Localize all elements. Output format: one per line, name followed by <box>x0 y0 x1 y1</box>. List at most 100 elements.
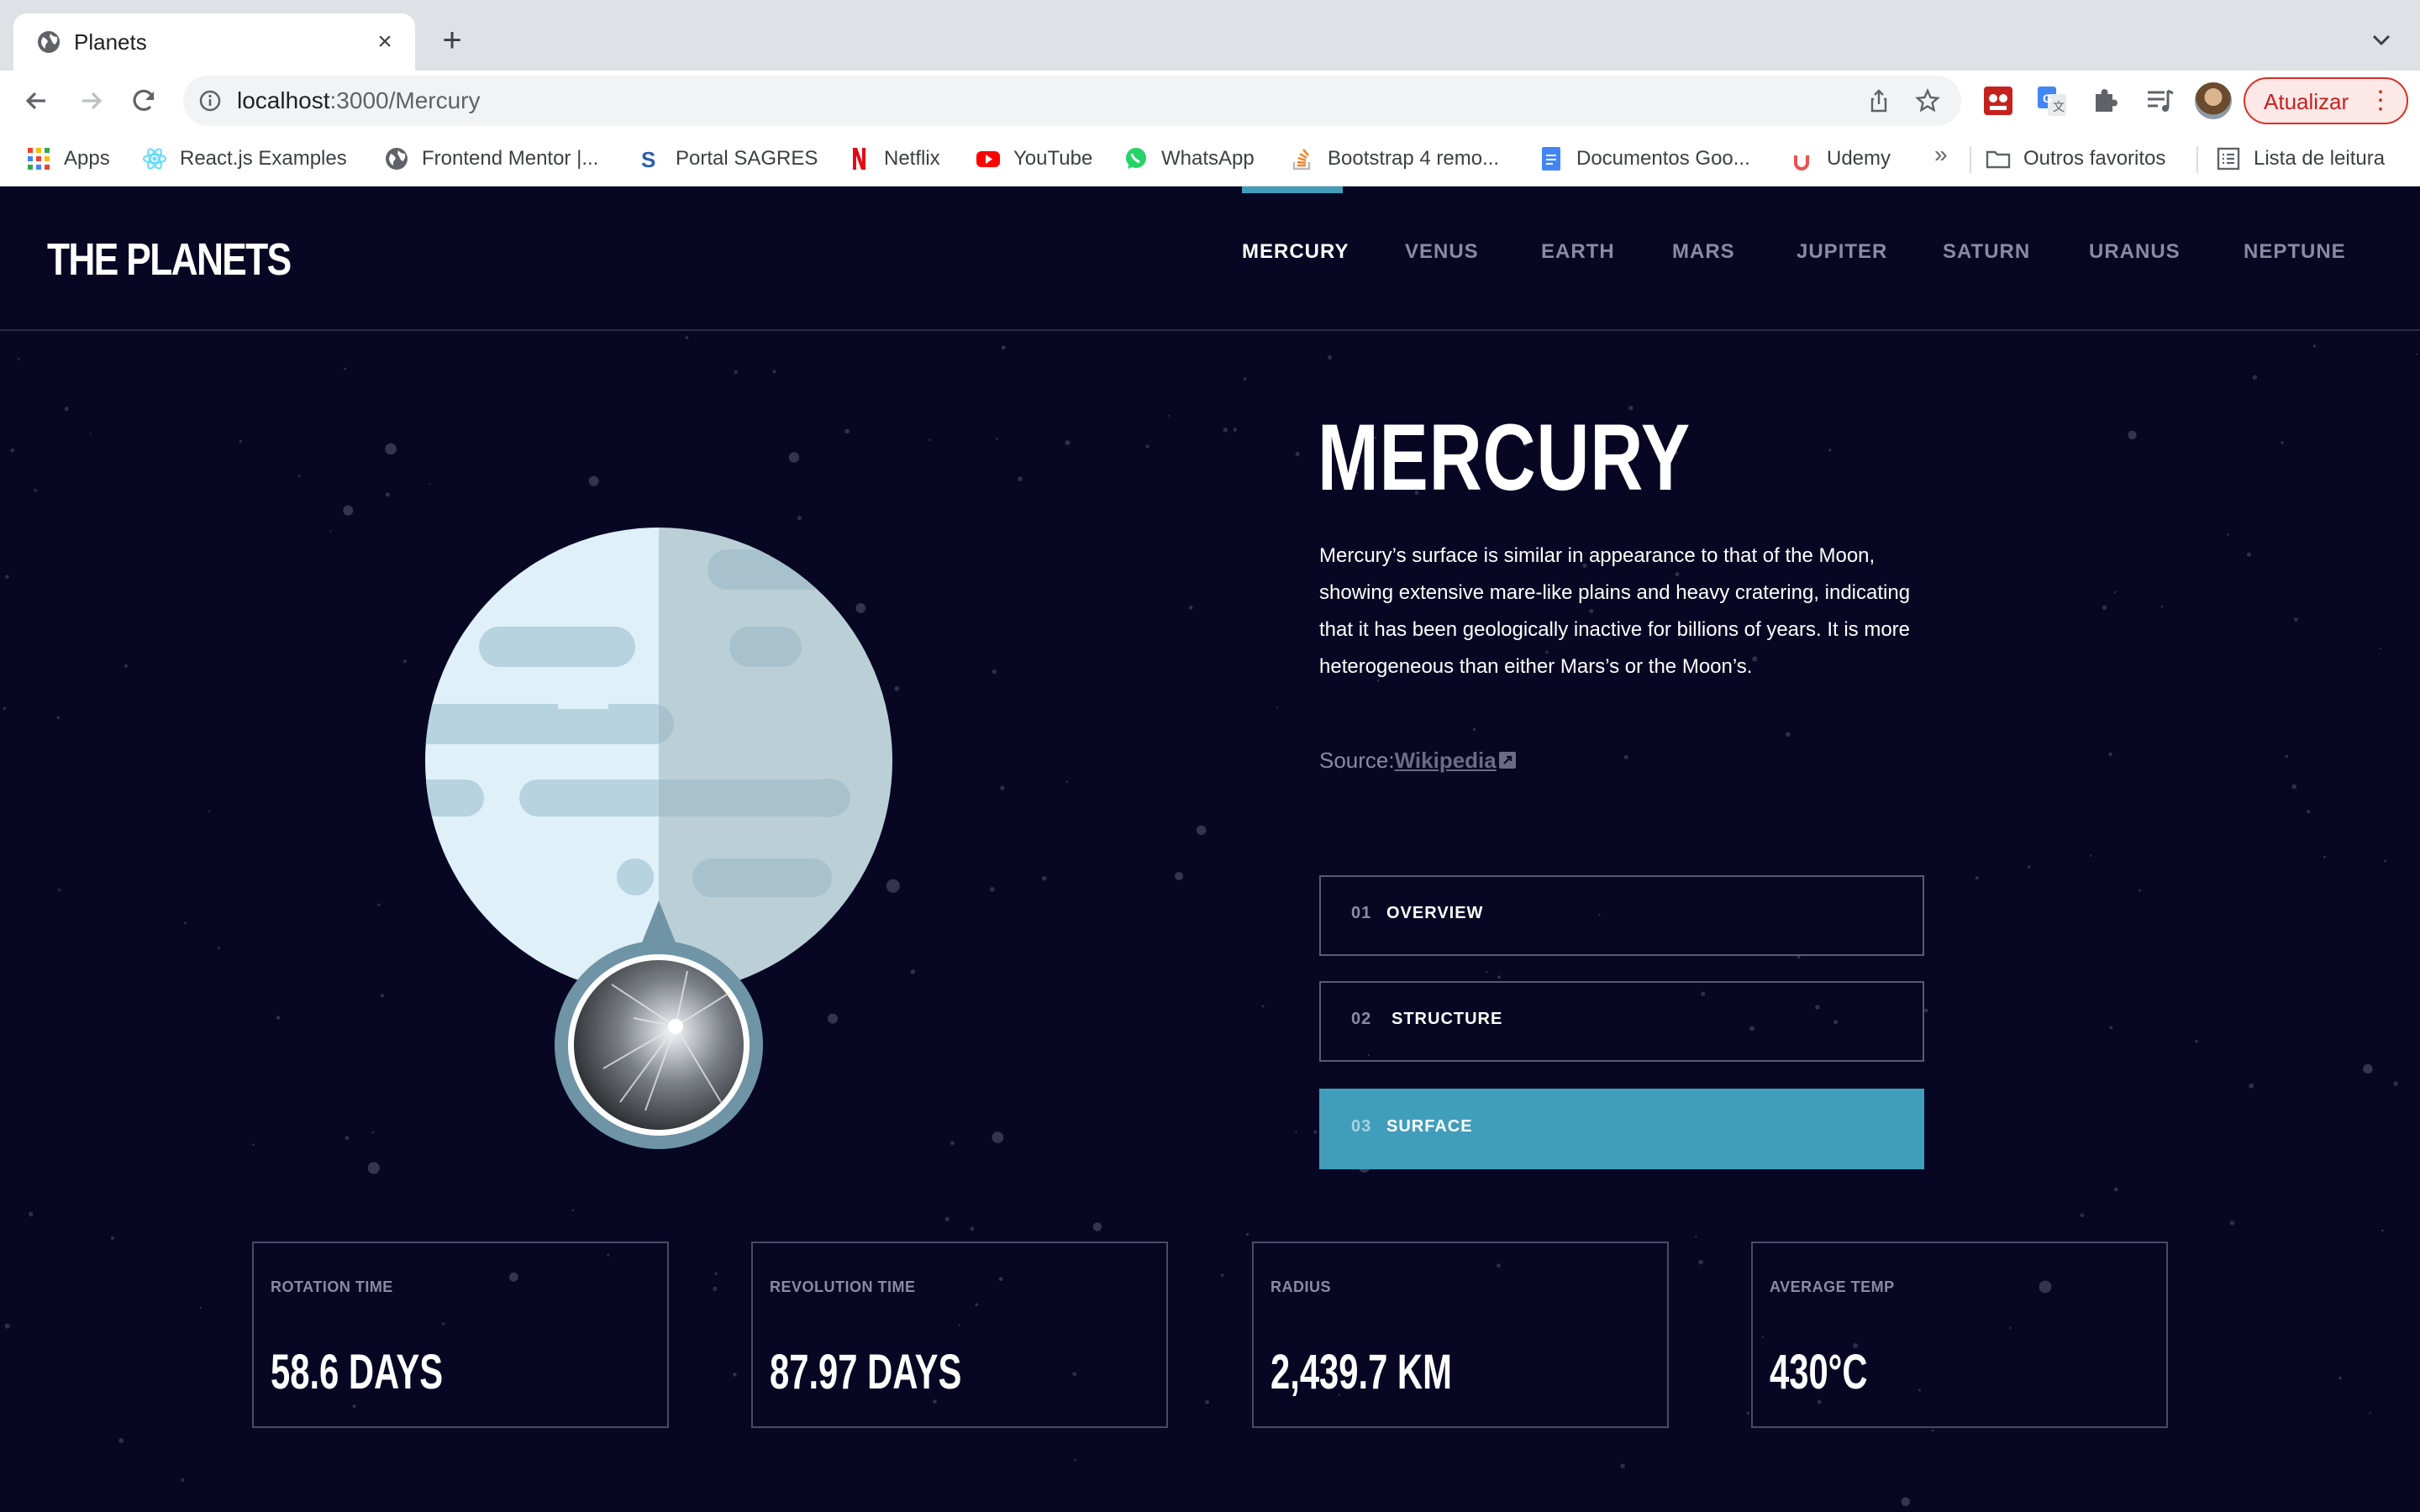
back-arrow-icon[interactable] <box>18 82 55 119</box>
structure-button[interactable]: 02 STRUCTURE <box>1319 981 1924 1062</box>
chevron-down-icon[interactable] <box>2366 25 2396 55</box>
google-translate-icon[interactable]: G 文 <box>2035 84 2069 118</box>
star <box>2027 865 2031 869</box>
google-docs-icon <box>1542 147 1560 171</box>
star <box>124 664 128 668</box>
star <box>894 685 900 691</box>
star <box>89 433 92 435</box>
star <box>34 489 37 492</box>
svg-text:S: S <box>641 147 655 172</box>
star <box>2108 752 2112 757</box>
more-bookmarks-chevron[interactable]: » <box>1934 141 1948 168</box>
star <box>844 428 850 434</box>
surface-button[interactable]: 03 SURFACE <box>1319 1089 1924 1169</box>
star <box>970 1226 975 1231</box>
star <box>1065 440 1071 445</box>
nav-mercury[interactable]: MERCURY <box>1242 240 1349 264</box>
overview-button[interactable]: 01 OVERVIEW <box>1319 875 1924 956</box>
nav-venus[interactable]: VENUS <box>1405 240 1479 264</box>
star <box>2415 353 2417 355</box>
star <box>344 367 346 370</box>
star <box>381 994 384 998</box>
nav-earth[interactable]: EARTH <box>1541 240 1615 264</box>
sagres-icon: S <box>641 147 655 172</box>
close-tab-icon[interactable]: × <box>368 25 402 59</box>
star <box>2384 859 2387 863</box>
source-line: Source:Wikipedia <box>1319 748 1517 774</box>
address-bar[interactable]: localhost:3000/Mercury <box>183 76 1961 126</box>
star <box>5 575 9 579</box>
reload-icon[interactable] <box>126 82 163 119</box>
star <box>2281 441 2284 444</box>
star <box>1245 1232 1249 1236</box>
star <box>2128 430 2137 440</box>
star <box>2080 1213 2085 1218</box>
nav-jupiter[interactable]: JUPITER <box>1797 240 1887 264</box>
star <box>329 530 332 533</box>
stat-rotation-time: ROTATION TIME 58.6 DAYS <box>252 1242 669 1428</box>
nav-mars[interactable]: MARS <box>1672 240 1735 264</box>
star <box>1975 876 1979 880</box>
source-prefix: Source: <box>1319 748 1395 773</box>
star <box>1295 1131 1297 1134</box>
wikipedia-link[interactable]: Wikipedia <box>1395 748 1497 773</box>
site-logo[interactable]: THE PLANETS <box>47 234 292 286</box>
puzzle-extensions-icon[interactable] <box>2089 84 2123 118</box>
media-control-icon[interactable] <box>2143 84 2176 118</box>
star <box>2381 1229 2384 1232</box>
star <box>1620 1463 1625 1468</box>
star <box>1497 975 1501 979</box>
star <box>950 1141 955 1146</box>
star <box>2363 1063 2373 1074</box>
share-icon[interactable] <box>1865 87 1892 114</box>
info-icon[interactable] <box>198 89 222 113</box>
bookmark-star-icon[interactable] <box>1914 87 1941 114</box>
star <box>797 516 802 521</box>
star <box>788 452 800 463</box>
star <box>1000 785 1005 790</box>
star <box>2138 889 2141 892</box>
forward-arrow-icon[interactable] <box>72 82 109 119</box>
star <box>2113 591 2117 594</box>
star <box>345 1136 350 1141</box>
star <box>2102 605 2107 610</box>
whatsapp-icon <box>1126 148 1146 169</box>
browser-tab[interactable]: Planets × <box>13 13 415 71</box>
star <box>2089 854 2092 857</box>
star <box>989 886 995 892</box>
new-tab-icon[interactable]: + <box>435 24 469 57</box>
star <box>1243 377 1247 381</box>
nav-neptune[interactable]: NEPTUNE <box>2244 240 2346 264</box>
planet-description: Mercury’s surface is similar in appearan… <box>1319 544 1911 678</box>
stat-value: 87.97 DAYS <box>770 1345 962 1399</box>
star <box>385 492 390 497</box>
profile-avatar[interactable] <box>2195 82 2232 119</box>
globe-icon <box>386 148 408 170</box>
star <box>1931 1429 1934 1432</box>
star <box>1698 1259 1703 1265</box>
star <box>2285 754 2288 759</box>
bookmark-label: Frontend Mentor |... <box>422 147 599 170</box>
star <box>714 1272 718 1275</box>
nav-uranus[interactable]: URANUS <box>2089 240 2181 264</box>
nav-saturn[interactable]: SATURN <box>1943 240 2030 264</box>
update-button[interactable]: Atualizar ⋮ <box>2244 77 2408 124</box>
mode-label: SURFACE <box>1386 1117 1473 1136</box>
star <box>571 1209 574 1212</box>
more-vertical-icon[interactable]: ⋮ <box>2368 86 2393 116</box>
mode-label: STRUCTURE <box>1392 1010 1503 1028</box>
netflix-icon <box>853 148 865 170</box>
star <box>429 482 431 485</box>
external-link-icon[interactable] <box>1498 751 1517 769</box>
star <box>17 358 20 360</box>
extension-red-icon[interactable] <box>1981 84 2015 118</box>
star <box>713 1286 718 1291</box>
stat-value: 430°C <box>1770 1345 1868 1399</box>
bookmark-label: YouTube <box>1013 147 1093 170</box>
star <box>2379 647 2382 650</box>
star <box>1276 706 1278 709</box>
star <box>2229 1221 2235 1226</box>
stat-average-temp: AVERAGE TEMP 430°C <box>1751 1242 2168 1428</box>
star <box>2249 1083 2254 1089</box>
bookmark-label: React.js Examples <box>180 147 347 170</box>
